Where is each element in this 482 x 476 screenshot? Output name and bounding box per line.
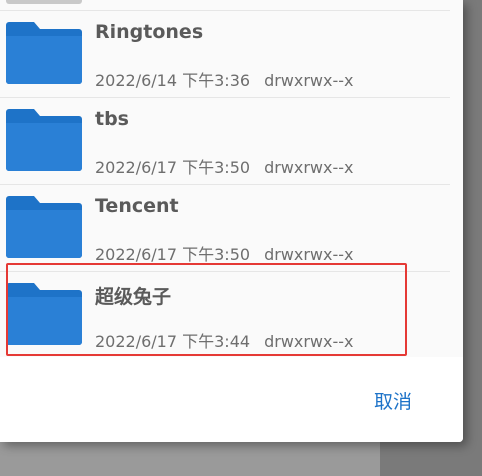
folder-icon [6, 0, 82, 4]
file-name: Tencent [95, 195, 179, 217]
list-item-ringtones[interactable]: Ringtones 2022/6/14 下午3:36 drwxrwx--x [0, 11, 450, 98]
folder-icon [6, 109, 82, 171]
file-permissions: drwxrwx--x [264, 332, 354, 351]
file-permissions: drwxrwx--x [264, 158, 354, 177]
cancel-button[interactable]: 取消 [362, 383, 424, 418]
file-name: tbs [95, 108, 129, 130]
dialog-footer: 取消 [0, 357, 463, 442]
file-date: 2022/6/14 下午3:36 [95, 71, 251, 90]
file-meta: 2022/6/14 下午3:36 drwxrwx--x [95, 67, 354, 91]
file-list[interactable]: Ringtones 2022/6/14 下午3:36 drwxrwx--x tbs… [0, 0, 463, 357]
list-item-tencent[interactable]: Tencent 2022/6/17 下午3:50 drwxrwx--x [0, 185, 450, 272]
list-item-partial[interactable] [0, 0, 450, 11]
file-date: 2022/6/17 下午3:44 [95, 332, 251, 351]
file-meta: 2022/6/17 下午3:50 drwxrwx--x [95, 241, 354, 265]
list-item-chaoji-tuzi[interactable]: 超级兔子 2022/6/17 下午3:44 drwxrwx--x [0, 272, 450, 358]
file-permissions: drwxrwx--x [264, 71, 354, 90]
folder-icon [6, 22, 82, 84]
file-date: 2022/6/17 下午3:50 [95, 245, 251, 264]
folder-icon [6, 283, 82, 345]
file-picker-dialog: Ringtones 2022/6/14 下午3:36 drwxrwx--x tbs… [0, 0, 463, 442]
file-permissions: drwxrwx--x [264, 245, 354, 264]
file-date: 2022/6/17 下午3:50 [95, 158, 251, 177]
file-name: 超级兔子 [95, 286, 172, 308]
file-meta: 2022/6/17 下午3:50 drwxrwx--x [95, 154, 354, 178]
folder-icon [6, 196, 82, 258]
file-name: Ringtones [95, 21, 204, 43]
list-item-tbs[interactable]: tbs 2022/6/17 下午3:50 drwxrwx--x [0, 98, 450, 185]
file-meta: 2022/6/17 下午3:44 drwxrwx--x [95, 328, 354, 352]
